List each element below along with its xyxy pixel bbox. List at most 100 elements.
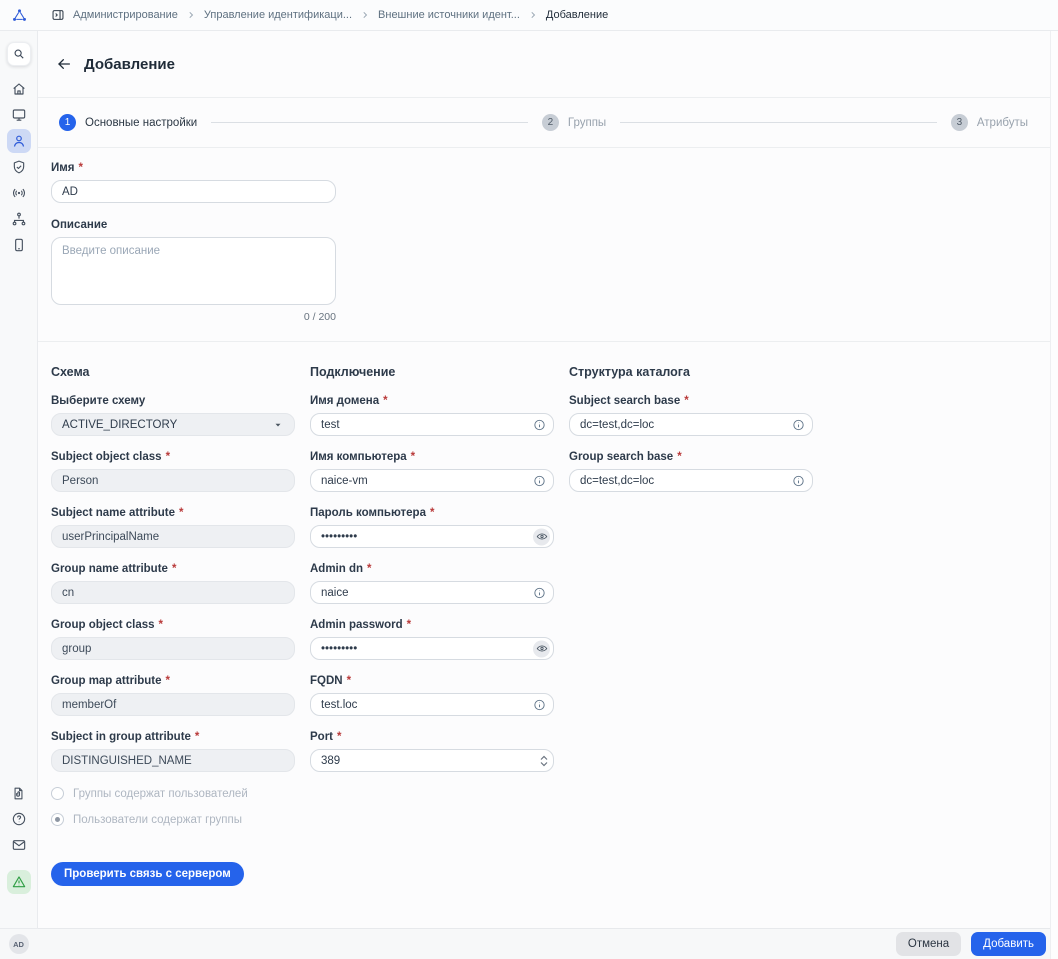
- required-asterisk: *: [166, 451, 170, 463]
- info-icon[interactable]: [533, 698, 546, 711]
- sidebar-item-documents[interactable]: [7, 781, 31, 805]
- required-asterisk: *: [179, 507, 183, 519]
- wizard-step-attributes[interactable]: 3 Атрибуты: [951, 114, 1028, 131]
- sidebar-item-help[interactable]: [7, 807, 31, 831]
- computer-password-label: Пароль компьютера*: [310, 507, 554, 519]
- panel-toggle-icon[interactable]: [51, 8, 65, 22]
- sidebar-item-security[interactable]: [7, 155, 31, 179]
- subject-in-group-attribute-label: Subject in group attribute*: [51, 731, 295, 743]
- admin-password-input[interactable]: [310, 637, 554, 660]
- radio-label: Пользователи содержат группы: [73, 814, 242, 826]
- wizard-steps: 1 Основные настройки 2 Группы 3 Атрибуты: [38, 98, 1050, 148]
- required-asterisk: *: [78, 162, 82, 174]
- info-icon[interactable]: [533, 474, 546, 487]
- schema-select-label: Выберите схему: [51, 395, 295, 407]
- sidebar-nav: AD: [0, 31, 38, 959]
- fqdn-input[interactable]: [310, 693, 554, 716]
- domain-name-label: Имя домена*: [310, 395, 554, 407]
- required-asterisk: *: [677, 451, 681, 463]
- required-asterisk: *: [347, 675, 351, 687]
- step-connector: [211, 122, 528, 123]
- step-connector: [620, 122, 937, 123]
- network-logo-icon: [11, 7, 28, 24]
- top-bar: Администрирование Управление идентификац…: [0, 0, 1058, 31]
- warning-triangle-icon: [11, 874, 27, 890]
- breadcrumb-item-identity-management[interactable]: Управление идентификаци...: [204, 9, 352, 21]
- required-asterisk: *: [195, 731, 199, 743]
- sidebar-item-devices[interactable]: [7, 233, 31, 257]
- subject-name-attribute-input: [51, 525, 295, 548]
- description-char-counter: 0 / 200: [51, 311, 336, 323]
- directory-column: Структура каталога Subject search base*: [569, 365, 813, 507]
- sidebar-item-workstations[interactable]: [7, 103, 31, 127]
- user-avatar[interactable]: AD: [9, 934, 29, 954]
- name-input[interactable]: [51, 180, 336, 203]
- cancel-button[interactable]: Отмена: [896, 932, 961, 956]
- required-asterisk: *: [367, 563, 371, 575]
- sidebar-search-button[interactable]: [7, 42, 31, 66]
- wizard-step-basic-settings[interactable]: 1 Основные настройки: [59, 114, 197, 131]
- subject-in-group-attribute-input: [51, 749, 295, 772]
- admin-dn-label: Admin dn*: [310, 563, 554, 575]
- chevron-right-icon: [360, 10, 370, 20]
- info-icon[interactable]: [533, 586, 546, 599]
- test-connection-button[interactable]: Проверить связь с сервером: [51, 862, 244, 886]
- group-map-attribute-input: [51, 693, 295, 716]
- step-label: Группы: [568, 117, 606, 129]
- step-number: 3: [951, 114, 968, 131]
- subject-object-class-input: [51, 469, 295, 492]
- sidebar-item-users[interactable]: [7, 129, 31, 153]
- computer-password-input[interactable]: [310, 525, 554, 548]
- sidebar-item-hierarchy[interactable]: [7, 207, 31, 231]
- info-icon[interactable]: [533, 418, 546, 431]
- info-icon[interactable]: [792, 418, 805, 431]
- wizard-step-groups[interactable]: 2 Группы: [542, 114, 606, 131]
- info-icon[interactable]: [792, 474, 805, 487]
- name-field-label: Имя*: [51, 162, 1050, 174]
- sidebar-item-alerts[interactable]: [7, 870, 31, 894]
- schema-select[interactable]: ACTIVE_DIRECTORY: [51, 413, 295, 436]
- eye-toggle-icon[interactable]: [533, 640, 550, 657]
- subject-name-attribute-label: Subject name attribute*: [51, 507, 295, 519]
- admin-dn-input[interactable]: [310, 581, 554, 604]
- app-window: Администрирование Управление идентификац…: [0, 0, 1058, 959]
- port-input[interactable]: [310, 749, 554, 772]
- sidebar-item-broadcast[interactable]: [7, 181, 31, 205]
- chevron-right-icon: [186, 10, 196, 20]
- required-asterisk: *: [407, 619, 411, 631]
- back-button[interactable]: [56, 56, 72, 72]
- radio-label: Группы содержат пользователей: [73, 788, 248, 800]
- radio-groups-contain-users[interactable]: Группы содержат пользователей: [51, 787, 295, 800]
- page-header: Добавление: [38, 31, 1050, 98]
- page-title: Добавление: [84, 56, 175, 73]
- breadcrumb-item-administration[interactable]: Администрирование: [73, 9, 178, 21]
- sidebar-item-mail[interactable]: [7, 833, 31, 857]
- domain-name-input[interactable]: [310, 413, 554, 436]
- number-stepper-icons[interactable]: [539, 755, 549, 767]
- subject-search-base-input[interactable]: [569, 413, 813, 436]
- group-search-base-input[interactable]: [569, 469, 813, 492]
- main-content: Добавление 1 Основные настройки 2 Группы…: [38, 31, 1050, 959]
- group-name-attribute-label: Group name attribute*: [51, 563, 295, 575]
- schema-select-value: ACTIVE_DIRECTORY: [62, 419, 177, 431]
- home-icon: [11, 81, 27, 97]
- help-icon: [11, 811, 27, 827]
- sidebar-item-home[interactable]: [7, 77, 31, 101]
- app-logo[interactable]: [0, 7, 38, 24]
- computer-name-input[interactable]: [310, 469, 554, 492]
- group-object-class-input: [51, 637, 295, 660]
- description-textarea[interactable]: [51, 237, 336, 305]
- eye-toggle-icon[interactable]: [533, 528, 550, 545]
- breadcrumb-item-add: Добавление: [546, 9, 608, 21]
- radio-users-contain-groups[interactable]: Пользователи содержат группы: [51, 813, 295, 826]
- submit-button[interactable]: Добавить: [971, 932, 1046, 956]
- scrollbar-track[interactable]: [1050, 31, 1058, 959]
- connection-column: Подключение Имя домена* Имя ком: [310, 365, 554, 787]
- chevron-down-icon: [272, 419, 284, 431]
- document-icon: [11, 786, 26, 801]
- required-asterisk: *: [159, 619, 163, 631]
- required-asterisk: *: [337, 731, 341, 743]
- form-area: Имя* Описание 0 / 200 Схема: [38, 148, 1050, 928]
- subject-object-class-label: Subject object class*: [51, 451, 295, 463]
- breadcrumb-item-external-identity-sources[interactable]: Внешние источники идент...: [378, 9, 520, 21]
